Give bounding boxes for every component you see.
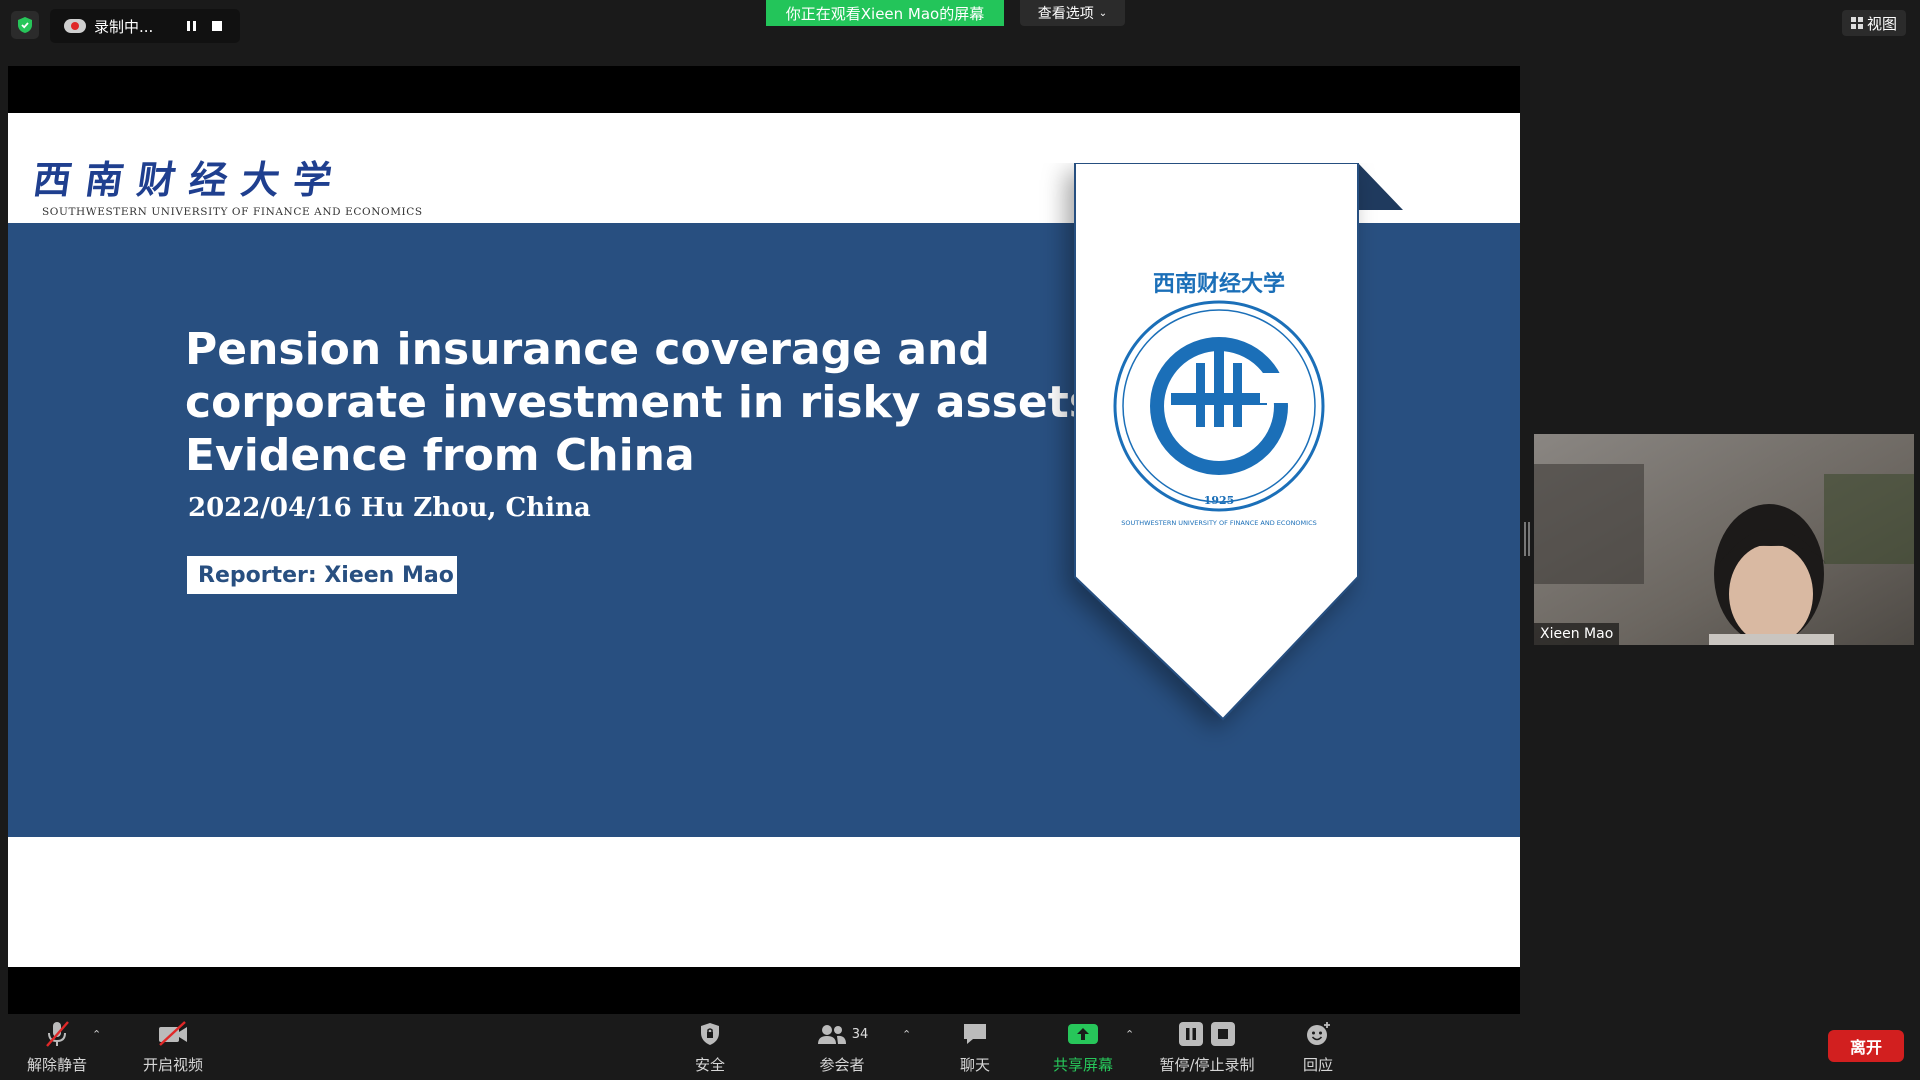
participants-button[interactable]: 34 参会者 xyxy=(812,1014,872,1080)
camera-off-icon xyxy=(156,1014,190,1054)
recording-controls-icon xyxy=(1178,1014,1236,1054)
university-logo: 西南财经大学 SOUTHWESTERN UNIVERSITY OF FINANC… xyxy=(30,149,434,221)
chat-button[interactable]: 聊天 xyxy=(955,1014,995,1080)
grid-view-icon xyxy=(1850,17,1863,29)
participants-options-chevron-up-icon[interactable]: ⌃ xyxy=(902,1028,911,1041)
participant-name: Xieen Mao xyxy=(1534,623,1620,645)
share-options-chevron-up-icon[interactable]: ⌃ xyxy=(1125,1028,1134,1041)
stop-icon xyxy=(212,21,222,31)
panel-resize-handle[interactable] xyxy=(1524,522,1530,556)
slide-date-location: 2022/04/16 Hu Zhou, China xyxy=(188,493,591,523)
participant-video-feed xyxy=(1534,434,1914,645)
leave-meeting-button[interactable]: 离开 xyxy=(1828,1030,1904,1062)
university-name-cn: 西南财经大学 xyxy=(30,157,349,202)
view-toggle-button[interactable]: 视图 xyxy=(1842,10,1906,36)
start-video-label: 开启视频 xyxy=(142,1056,203,1074)
reporter-label: Reporter: Xieen Mao xyxy=(187,556,457,594)
presentation-slide: 西南财经大学 SOUTHWESTERN UNIVERSITY OF FINANC… xyxy=(8,113,1520,967)
view-toggle-label: 视图 xyxy=(1866,14,1897,33)
emblem-name-en: SOUTHWESTERN UNIVERSITY OF FINANCE AND E… xyxy=(1121,519,1316,527)
recording-indicator: 录制中... xyxy=(50,9,240,43)
security-shield-icon xyxy=(698,1014,722,1054)
participants-count: 34 xyxy=(851,1026,869,1042)
reactions-button[interactable]: 回应 xyxy=(1300,1014,1336,1080)
shared-screen: 西南财经大学 SOUTHWESTERN UNIVERSITY OF FINANC… xyxy=(8,66,1520,1014)
audio-options-chevron-up-icon[interactable]: ⌃ xyxy=(92,1028,101,1041)
share-screen-icon xyxy=(1067,1014,1099,1054)
participants-icon xyxy=(817,1025,846,1044)
emblem-year: 1925 xyxy=(1204,494,1235,507)
chevron-down-icon: ⌄ xyxy=(1098,7,1108,19)
pause-recording-button[interactable] xyxy=(178,11,204,41)
viewing-screen-banner: 你正在观看Xieen Mao的屏幕 xyxy=(766,0,1004,26)
encryption-shield-icon[interactable] xyxy=(11,11,39,39)
share-screen-button[interactable]: 共享屏幕 xyxy=(1048,1014,1118,1080)
view-options-label: 查看选项 xyxy=(1037,6,1094,22)
meeting-toolbar: 解除静音 ⌃ 开启视频 安全 34 参会者 ⌃ 聊天 共享屏幕 ⌃ 暂停/停止录… xyxy=(0,1014,1920,1080)
share-screen-label: 共享屏幕 xyxy=(1052,1056,1113,1074)
view-options-button[interactable]: 查看选项 ⌄ xyxy=(1020,0,1125,26)
slide-title-line: Pension insurance coverage and xyxy=(185,324,990,375)
unmute-label: 解除静音 xyxy=(26,1056,87,1074)
university-name-en: SOUTHWESTERN UNIVERSITY OF FINANCE AND E… xyxy=(42,206,423,218)
slide-title-line: Evidence from China xyxy=(185,430,695,481)
pause-stop-recording-button[interactable]: 暂停/停止录制 xyxy=(1154,1014,1260,1080)
emblem-name-cn: 西南财经大学 xyxy=(1153,271,1285,297)
smiley-add-icon xyxy=(1304,1014,1332,1054)
pause-icon xyxy=(1179,1022,1203,1046)
university-emblem-ribbon: 西南财经大学 1925 SOUTHWESTERN UNIVERSITY OF F… xyxy=(1074,163,1403,721)
start-video-button[interactable]: 开启视频 xyxy=(138,1014,208,1080)
recording-label: 录制中... xyxy=(94,17,154,36)
security-button[interactable]: 安全 xyxy=(690,1014,730,1080)
security-label: 安全 xyxy=(694,1056,725,1074)
top-bar: 录制中... 你正在观看Xieen Mao的屏幕 查看选项 ⌄ 视图 xyxy=(0,0,1920,52)
microphone-muted-icon xyxy=(43,1014,71,1054)
recording-icon xyxy=(64,19,86,33)
participants-icon-group: 34 xyxy=(816,1014,869,1054)
stop-recording-button[interactable] xyxy=(204,11,230,41)
unmute-button[interactable]: 解除静音 xyxy=(22,1014,92,1080)
pause-icon xyxy=(186,21,196,31)
slide-title: Pension insurance coverage and corporate… xyxy=(185,323,1113,482)
participants-label: 参会者 xyxy=(819,1056,865,1074)
participant-video-tile[interactable]: Xieen Mao xyxy=(1534,434,1914,645)
pause-stop-recording-label: 暂停/停止录制 xyxy=(1159,1056,1255,1074)
chat-bubble-icon xyxy=(961,1014,989,1054)
stop-icon xyxy=(1211,1022,1235,1046)
reactions-label: 回应 xyxy=(1302,1056,1333,1074)
ribbon-fold xyxy=(1358,163,1403,210)
slide-title-line: corporate investment in risky assets: xyxy=(185,377,1113,428)
chat-label: 聊天 xyxy=(959,1056,990,1074)
